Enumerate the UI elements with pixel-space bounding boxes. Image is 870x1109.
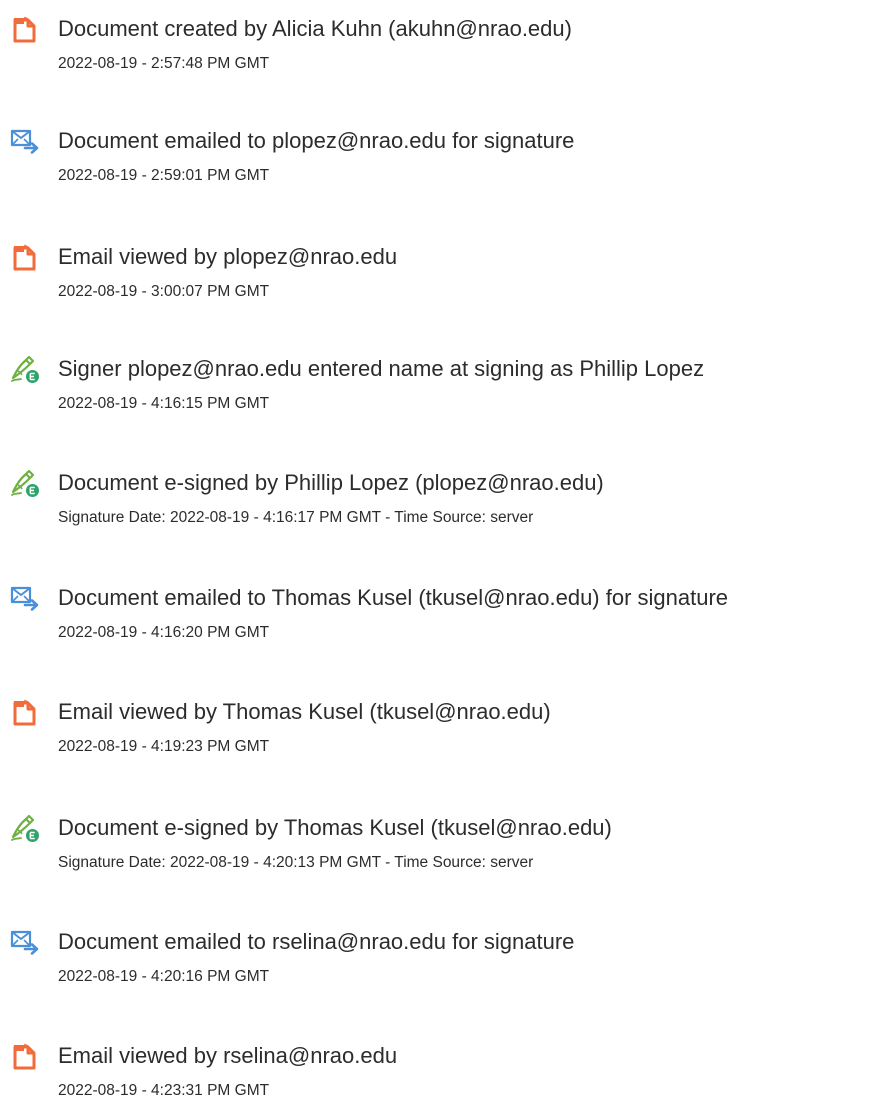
email-icon — [10, 126, 40, 156]
event-timestamp: 2022-08-19 - 4:19:23 PM GMT — [58, 738, 270, 755]
document-icon — [10, 697, 40, 727]
event-description: Document created by Alicia Kuhn (akuhn@n… — [58, 16, 572, 41]
esign-icon — [10, 354, 40, 384]
event-description: Signer plopez@nrao.edu entered name at s… — [58, 356, 705, 381]
email-icon — [10, 583, 40, 613]
event-description: Email viewed by plopez@nrao.edu — [58, 244, 398, 269]
event-description: Email viewed by rselina@nrao.edu — [58, 1043, 398, 1068]
event-timestamp: 2022-08-19 - 3:00:07 PM GMT — [58, 283, 270, 300]
document-icon — [10, 14, 40, 44]
email-icon — [10, 927, 40, 957]
event-timestamp: 2022-08-19 - 4:16:20 PM GMT — [58, 624, 270, 641]
event-description: Document emailed to plopez@nrao.edu for … — [58, 128, 575, 153]
event-timestamp: 2022-08-19 - 2:59:01 PM GMT — [58, 167, 270, 184]
event-description: Document emailed to rselina@nrao.edu for… — [58, 929, 575, 954]
document-icon — [10, 1041, 40, 1071]
event-timestamp: Signature Date: 2022-08-19 - 4:16:17 PM … — [58, 509, 534, 526]
event-timestamp: 2022-08-19 - 4:20:16 PM GMT — [58, 968, 270, 985]
event-description: Document e-signed by Phillip Lopez (plop… — [58, 470, 604, 495]
esign-icon — [10, 468, 40, 498]
event-timestamp: 2022-08-19 - 2:57:48 PM GMT — [58, 55, 270, 72]
event-timestamp: 2022-08-19 - 4:16:15 PM GMT — [58, 395, 270, 412]
event-timestamp: 2022-08-19 - 4:23:31 PM GMT — [58, 1082, 270, 1099]
event-description: Document e-signed by Thomas Kusel (tkuse… — [58, 815, 612, 840]
document-icon — [10, 242, 40, 272]
esign-icon — [10, 813, 40, 843]
event-description: Email viewed by Thomas Kusel (tkusel@nra… — [58, 699, 551, 724]
event-description: Document emailed to Thomas Kusel (tkusel… — [58, 585, 729, 610]
event-timestamp: Signature Date: 2022-08-19 - 4:20:13 PM … — [58, 854, 534, 871]
